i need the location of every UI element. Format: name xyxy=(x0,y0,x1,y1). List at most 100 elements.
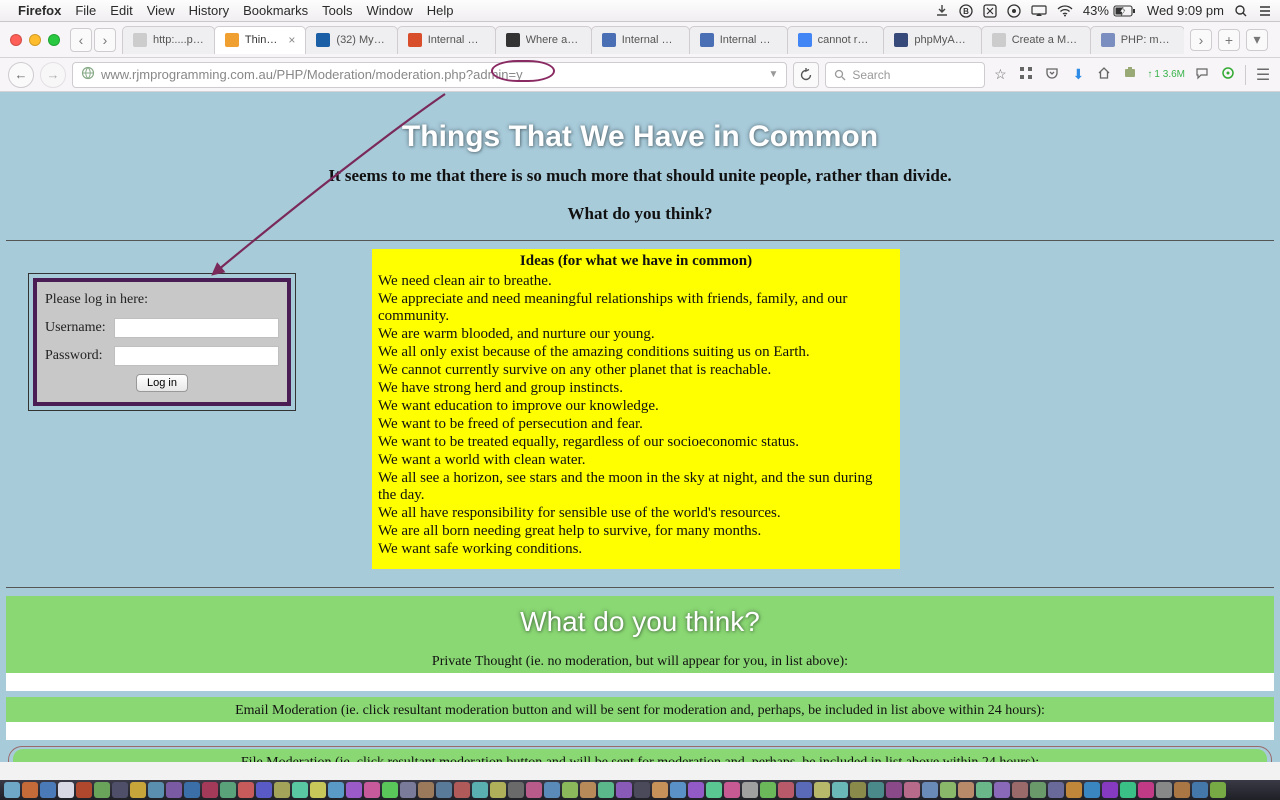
dock-app-icon[interactable] xyxy=(1030,782,1046,798)
dock-app-icon[interactable] xyxy=(904,782,920,798)
browser-tab[interactable]: Create a MyS… xyxy=(981,26,1091,54)
dock-app-icon[interactable] xyxy=(184,782,200,798)
dock-app-icon[interactable] xyxy=(886,782,902,798)
dock-app-icon[interactable] xyxy=(994,782,1010,798)
dock-app-icon[interactable] xyxy=(112,782,128,798)
active-app-name[interactable]: Firefox xyxy=(18,3,61,18)
dock-app-icon[interactable] xyxy=(94,782,110,798)
dock-app-icon[interactable] xyxy=(652,782,668,798)
mac-menu-edit[interactable]: Edit xyxy=(110,3,132,18)
dock-app-icon[interactable] xyxy=(1156,782,1172,798)
dock-app-icon[interactable] xyxy=(202,782,218,798)
dock-app-icon[interactable] xyxy=(508,782,524,798)
tabs-list-button[interactable]: ▾ xyxy=(1246,29,1268,51)
browser-tab[interactable]: (32) My … xyxy=(305,26,397,54)
dock-app-icon[interactable] xyxy=(940,782,956,798)
toolbar-chat-icon[interactable] xyxy=(1193,66,1211,83)
dock-app-icon[interactable] xyxy=(40,782,56,798)
dock-app-icon[interactable] xyxy=(130,782,146,798)
private-thought-input[interactable] xyxy=(6,673,1274,691)
mac-menu-view[interactable]: View xyxy=(147,3,175,18)
browser-tab[interactable]: http:....php xyxy=(122,26,215,54)
tabs-scroll-right-button[interactable]: › xyxy=(94,28,116,52)
dock-app-icon[interactable] xyxy=(418,782,434,798)
dock-app-icon[interactable] xyxy=(796,782,812,798)
search-bar[interactable]: Search xyxy=(825,62,985,88)
login-button[interactable]: Log in xyxy=(136,374,188,392)
dock-app-icon[interactable] xyxy=(742,782,758,798)
statusbar-wifi-icon[interactable] xyxy=(1057,5,1073,17)
toolbar-apps-icon[interactable] xyxy=(1017,66,1035,83)
mac-menu-file[interactable]: File xyxy=(75,3,96,18)
statusbar-clock[interactable]: Wed 9:09 pm xyxy=(1147,3,1224,18)
dock-app-icon[interactable] xyxy=(562,782,578,798)
dock-app-icon[interactable] xyxy=(1066,782,1082,798)
statusbar-spotlight-icon[interactable] xyxy=(1234,4,1248,18)
tabs-overflow-button[interactable]: › xyxy=(1190,29,1212,51)
dock-app-icon[interactable] xyxy=(1174,782,1190,798)
statusbar-app-icon-1[interactable] xyxy=(983,4,997,18)
tabs-scroll-left-button[interactable]: ‹ xyxy=(70,28,92,52)
toolbar-extension-icon[interactable] xyxy=(1121,66,1139,83)
nav-forward-button[interactable]: → xyxy=(40,62,66,88)
statusbar-app-icon-2[interactable] xyxy=(1007,4,1021,18)
dock-app-icon[interactable] xyxy=(148,782,164,798)
mac-menu-tools[interactable]: Tools xyxy=(322,3,352,18)
dock-app-icon[interactable] xyxy=(4,782,20,798)
bookmark-star-icon[interactable]: ☆ xyxy=(991,66,1009,83)
dock-app-icon[interactable] xyxy=(544,782,560,798)
dock-app-icon[interactable] xyxy=(22,782,38,798)
dock-app-icon[interactable] xyxy=(598,782,614,798)
dock-app-icon[interactable] xyxy=(778,782,794,798)
browser-tab[interactable]: Thing…× xyxy=(214,26,306,54)
new-tab-button[interactable]: + xyxy=(1218,29,1240,51)
url-dropdown-icon[interactable]: ▼ xyxy=(769,69,779,80)
dock-app-icon[interactable] xyxy=(400,782,416,798)
dock-app-icon[interactable] xyxy=(1102,782,1118,798)
dock-app-icon[interactable] xyxy=(490,782,506,798)
tab-close-icon[interactable]: × xyxy=(288,33,295,47)
dock-app-icon[interactable] xyxy=(274,782,290,798)
statusbar-airplay-icon[interactable] xyxy=(1031,5,1047,17)
dock-app-icon[interactable] xyxy=(454,782,470,798)
dock-app-icon[interactable] xyxy=(58,782,74,798)
toolbar-counter[interactable]: ↑1 3.6M xyxy=(1147,69,1185,80)
dock-app-icon[interactable] xyxy=(1138,782,1154,798)
dock-app-icon[interactable] xyxy=(328,782,344,798)
dock-app-icon[interactable] xyxy=(958,782,974,798)
statusbar-download-icon[interactable] xyxy=(935,4,949,18)
browser-tab[interactable]: Internal E… xyxy=(397,26,496,54)
dock-app-icon[interactable] xyxy=(832,782,848,798)
address-bar[interactable]: www.rjmprogramming.com.au/PHP/Moderation… xyxy=(72,62,787,88)
window-close-button[interactable] xyxy=(10,34,22,46)
statusbar-b-icon[interactable]: B xyxy=(959,4,973,18)
browser-tab[interactable]: phpMyAd… xyxy=(883,26,981,54)
dock-app-icon[interactable] xyxy=(922,782,938,798)
mac-menu-history[interactable]: History xyxy=(189,3,229,18)
dock-app-icon[interactable] xyxy=(868,782,884,798)
dock-app-icon[interactable] xyxy=(1192,782,1208,798)
browser-tab[interactable]: Internal S… xyxy=(689,26,788,54)
statusbar-battery[interactable]: 43% xyxy=(1083,3,1137,18)
browser-tab[interactable]: cannot re… xyxy=(787,26,885,54)
dock-app-icon[interactable] xyxy=(760,782,776,798)
password-input[interactable] xyxy=(114,346,279,366)
app-menu-button[interactable]: ☰ xyxy=(1254,65,1272,85)
dock-app-icon[interactable] xyxy=(688,782,704,798)
dock-app-icon[interactable] xyxy=(382,782,398,798)
mac-menu-window[interactable]: Window xyxy=(367,3,413,18)
username-input[interactable] xyxy=(114,318,279,338)
browser-tab[interactable]: Where ar… xyxy=(495,26,592,54)
statusbar-notifications-icon[interactable] xyxy=(1258,4,1272,18)
pocket-icon[interactable] xyxy=(1043,66,1061,83)
dock-app-icon[interactable] xyxy=(526,782,542,798)
toolbar-target-icon[interactable] xyxy=(1219,66,1237,83)
reload-button[interactable] xyxy=(793,62,819,88)
dock-app-icon[interactable] xyxy=(616,782,632,798)
dock-app-icon[interactable] xyxy=(1210,782,1226,798)
window-minimize-button[interactable] xyxy=(29,34,41,46)
window-zoom-button[interactable] xyxy=(48,34,60,46)
email-moderation-input[interactable] xyxy=(6,722,1274,740)
dock-app-icon[interactable] xyxy=(850,782,866,798)
home-icon[interactable] xyxy=(1095,66,1113,83)
